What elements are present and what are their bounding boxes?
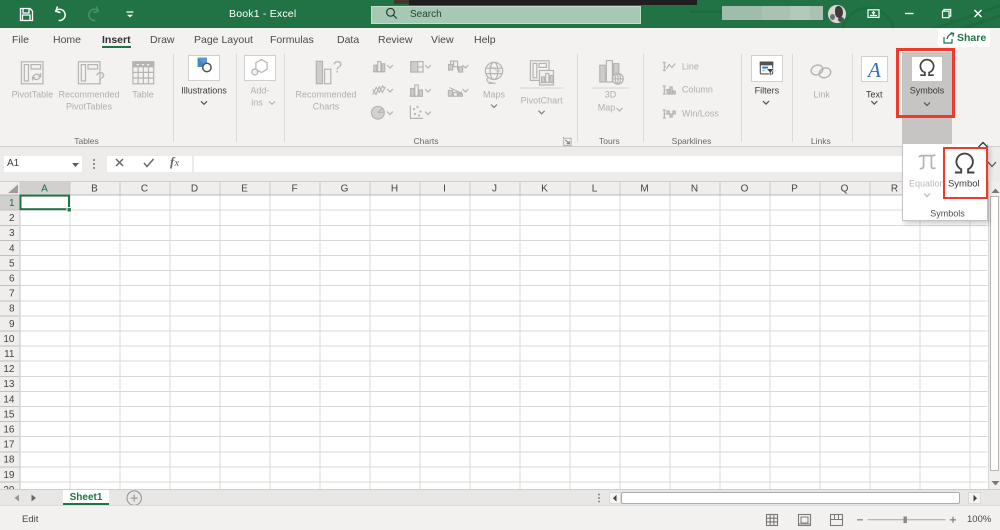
svg-text:2: 2 [9,213,15,224]
svg-text:4: 4 [9,243,15,254]
svg-text:17: 17 [3,440,15,451]
svg-text:F: F [291,184,297,195]
svg-text:N: N [691,184,698,195]
svg-text:12: 12 [3,364,15,375]
svg-text:K: K [541,184,548,195]
svg-text:P: P [791,184,798,195]
svg-text:16: 16 [3,424,15,435]
svg-text:D: D [191,184,198,195]
svg-text:13: 13 [3,379,15,390]
svg-text:10: 10 [3,334,15,345]
svg-text:A: A [41,184,48,195]
svg-text:H: H [391,184,398,195]
svg-text:8: 8 [9,304,15,315]
svg-text:G: G [341,184,349,195]
svg-text:19: 19 [3,470,15,481]
svg-text:O: O [741,184,749,195]
svg-text:I: I [443,184,446,195]
svg-text:15: 15 [3,409,15,420]
svg-text:6: 6 [9,273,15,284]
svg-text:J: J [492,184,497,195]
svg-text:R: R [891,184,898,195]
svg-text:11: 11 [4,349,15,360]
svg-text:M: M [640,184,648,195]
svg-text:B: B [91,184,98,195]
svg-text:5: 5 [9,258,15,269]
svg-text:3: 3 [9,228,15,239]
svg-text:Q: Q [841,184,849,195]
svg-text:C: C [141,184,148,195]
svg-text:18: 18 [3,455,15,466]
svg-text:L: L [592,184,598,195]
svg-text:1: 1 [9,198,15,209]
svg-text:9: 9 [9,319,15,330]
svg-text:7: 7 [9,289,15,300]
svg-text:14: 14 [3,394,15,405]
svg-text:E: E [241,184,248,195]
